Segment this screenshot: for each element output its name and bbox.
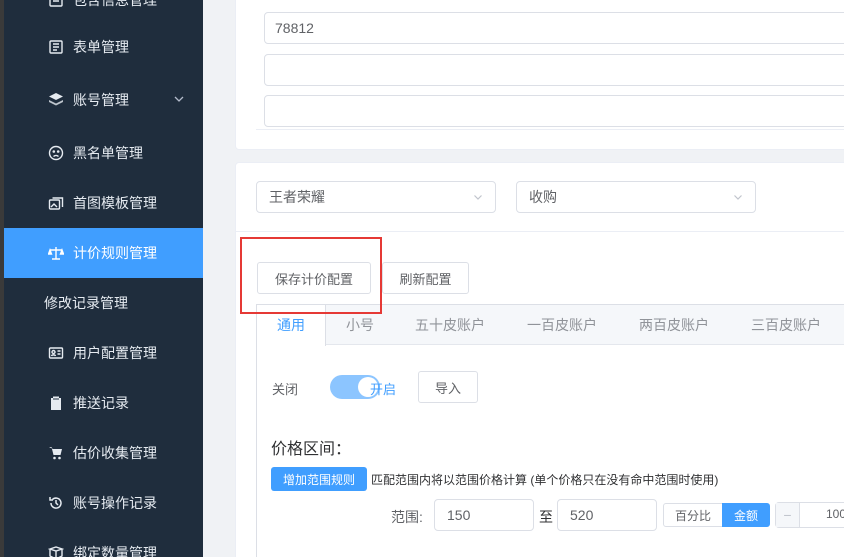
sidebar-item-binding-count[interactable]: 绑定数量管理 (4, 528, 203, 557)
sidebar-item-label: 绑定数量管理 (73, 545, 157, 557)
layers-icon (47, 91, 65, 109)
tab-300-skins[interactable]: 三百皮账户 (730, 305, 842, 345)
scale-icon (47, 244, 65, 262)
sidebar-item-label: 账号操作记录 (73, 495, 157, 511)
sidebar-item-forms[interactable]: 表单管理 (4, 22, 203, 72)
range-to-label: 至 (539, 509, 553, 525)
text-field[interactable]: 78812 (264, 12, 844, 44)
sidebar-item-label: 用户配置管理 (73, 345, 157, 361)
sidebar-item-label: 首图模板管理 (73, 195, 157, 211)
cart-icon (47, 444, 65, 462)
refresh-config-button[interactable]: 刷新配置 (382, 262, 469, 294)
sidebar-item-blacklist[interactable]: 黑名单管理 (4, 128, 203, 178)
tab-small-account[interactable]: 小号 (326, 305, 394, 345)
range-from-input[interactable]: 150 (434, 499, 534, 531)
gallery-icon (47, 194, 65, 212)
sidebar-item-label: 黑名单管理 (73, 145, 143, 161)
divider (256, 129, 844, 130)
clipboard-icon (47, 394, 65, 412)
form-icon (47, 38, 65, 56)
chevron-down-icon (174, 96, 184, 102)
sidebar-item-push-records[interactable]: 推送记录 (4, 378, 203, 428)
sidebar-item-valuation-collection[interactable]: 估价收集管理 (4, 428, 203, 478)
bundle-icon (47, 544, 65, 557)
type-select[interactable]: 收购 (516, 181, 756, 213)
sidebar-item-label: 估价收集管理 (73, 445, 157, 461)
sidebar-item-cover-templates[interactable]: 首图模板管理 (4, 178, 203, 228)
form-card: 78812 (235, 0, 844, 150)
switch-on-label: 开启 (370, 382, 397, 397)
main-content: 78812 王者荣耀 收购 保存计价配置 刷新配置 通用 小号 五十皮账户 一百… (203, 0, 844, 557)
price-range-title: 价格区间： (271, 441, 352, 458)
sidebar-item-user-config[interactable]: 用户配置管理 (4, 328, 203, 378)
sidebar-item-change-logs[interactable]: 修改记录管理 (4, 278, 203, 328)
game-select[interactable]: 王者荣耀 (256, 181, 496, 213)
checklist-icon (47, 0, 65, 9)
switch-off-label: 关闭 (272, 382, 299, 397)
sidebar-item-label: 修改记录管理 (44, 295, 128, 311)
sidebar-item-label: 计价规则管理 (73, 245, 157, 261)
save-pricing-config-button[interactable]: 保存计价配置 (257, 262, 371, 294)
add-range-rule-button[interactable]: 增加范围规则 (271, 467, 367, 491)
amount-option[interactable]: 金额 (722, 503, 770, 527)
percent-option[interactable]: 百分比 (663, 503, 723, 527)
price-stepper[interactable]: − 100 (775, 502, 844, 528)
tab-50-skins[interactable]: 五十皮账户 (394, 305, 506, 345)
divider (236, 231, 844, 232)
stepper-value: 100 (826, 507, 844, 521)
type-select-value: 收购 (529, 189, 557, 205)
text-field[interactable] (264, 95, 844, 127)
tab-200-skins[interactable]: 两百皮账户 (618, 305, 730, 345)
tab-general[interactable]: 通用 (257, 305, 326, 346)
range-to-input[interactable]: 520 (557, 499, 657, 531)
range-label: 范围: (391, 509, 423, 525)
sidebar-item-label: 账号管理 (73, 92, 129, 108)
sidebar-item-label: 推送记录 (73, 395, 129, 411)
sidebar-item-account-operations[interactable]: 账号操作记录 (4, 478, 203, 528)
sidebar-item-pricing-rules[interactable]: 计价规则管理 (4, 228, 203, 278)
tab-bar: 通用 小号 五十皮账户 一百皮账户 两百皮账户 三百皮账户 (257, 305, 844, 346)
sidebar-item-label: 表单管理 (73, 39, 129, 55)
sidebar-item-label: 包含信息管理 (73, 0, 157, 8)
sidebar-item-accounts[interactable]: 账号管理 (4, 75, 203, 125)
range-hint-text: 匹配范围内将以范围价格计算 (单个价格只在没有命中范围时使用) (371, 473, 719, 487)
id-card-icon (47, 344, 65, 362)
sidebar: 包含信息管理 表单管理 账号管理 黑名单管理 首图模板管理 计价规则管理 修改记… (4, 0, 203, 557)
game-select-value: 王者荣耀 (269, 189, 325, 205)
text-field[interactable] (264, 54, 844, 86)
account-tier-tabs: 通用 小号 五十皮账户 一百皮账户 两百皮账户 三百皮账户 关闭 开启 导入 价… (256, 304, 844, 557)
pricing-config-card: 王者荣耀 收购 保存计价配置 刷新配置 通用 小号 五十皮账户 一百皮账户 两百… (235, 162, 844, 557)
stepper-decrease-button[interactable]: − (776, 503, 800, 527)
chevron-down-icon (734, 195, 742, 200)
chevron-down-icon (474, 195, 482, 200)
history-icon (47, 494, 65, 512)
tab-100-skins[interactable]: 一百皮账户 (506, 305, 618, 345)
import-button[interactable]: 导入 (418, 371, 478, 403)
sad-face-icon (47, 144, 65, 162)
